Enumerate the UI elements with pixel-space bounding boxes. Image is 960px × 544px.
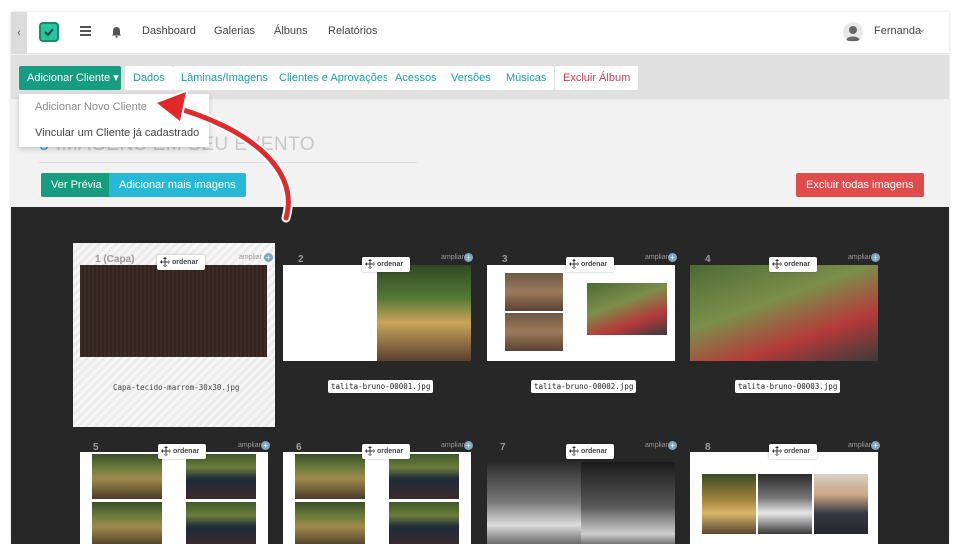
annotation-arrow [155, 90, 293, 223]
